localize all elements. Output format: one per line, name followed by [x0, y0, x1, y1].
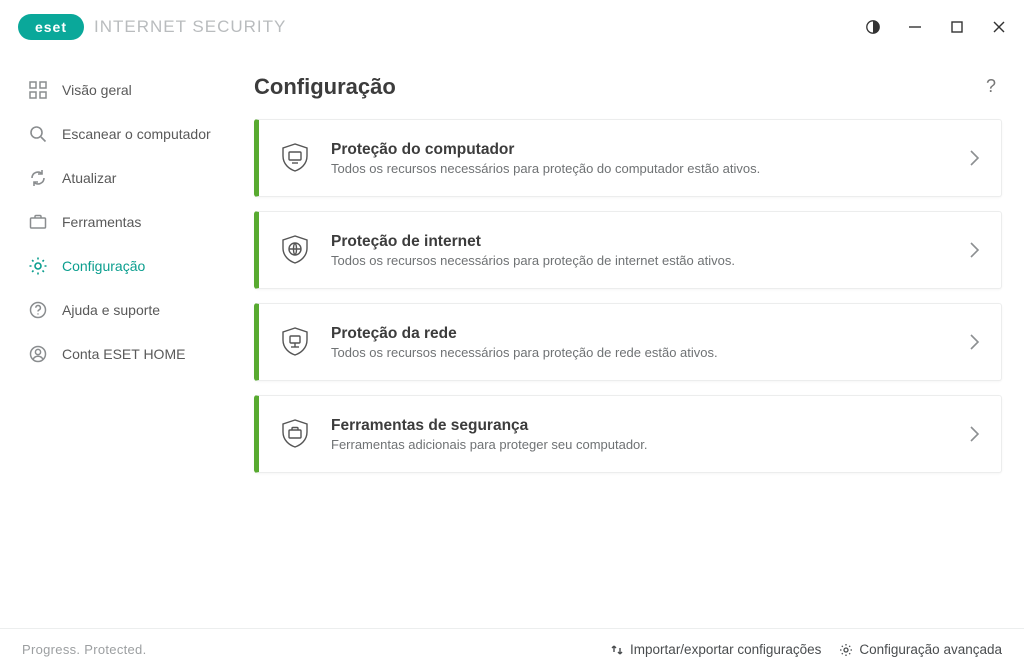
search-icon [28, 124, 48, 144]
import-export-label: Importar/exportar configurações [630, 642, 821, 657]
brand: eset INTERNET SECURITY [18, 14, 286, 40]
card-title: Proteção da rede [331, 325, 967, 343]
user-circle-icon [28, 344, 48, 364]
sidebar-item-help[interactable]: Ajuda e suporte [0, 288, 244, 332]
page-header: Configuração ? [254, 72, 1002, 119]
sidebar: Visão geral Escanear o computador Atuali… [0, 54, 244, 628]
svg-text:eset: eset [35, 19, 67, 35]
card-subtitle: Ferramentas adicionais para proteger seu… [331, 437, 967, 452]
maximize-icon[interactable] [948, 18, 966, 36]
card-title: Ferramentas de segurança [331, 417, 967, 435]
footer-tagline: Progress. Protected. [22, 642, 147, 657]
import-export-icon [610, 643, 624, 657]
card-subtitle: Todos os recursos necessários para prote… [331, 253, 967, 268]
chevron-right-icon [967, 424, 981, 444]
chevron-right-icon [967, 332, 981, 352]
chevron-right-icon [967, 148, 981, 168]
main-content: Configuração ? Proteção do computador To… [244, 54, 1024, 628]
gear-small-icon [839, 643, 853, 657]
shield-network-icon [273, 320, 317, 364]
refresh-icon [28, 168, 48, 188]
sidebar-item-overview[interactable]: Visão geral [0, 68, 244, 112]
sidebar-item-tools[interactable]: Ferramentas [0, 200, 244, 244]
gear-icon [28, 256, 48, 276]
minimize-icon[interactable] [906, 18, 924, 36]
shield-monitor-icon [273, 136, 317, 180]
briefcase-icon [28, 212, 48, 232]
sidebar-item-account[interactable]: Conta ESET HOME [0, 332, 244, 376]
sidebar-item-label: Ferramentas [62, 214, 230, 230]
footer: Progress. Protected. Importar/exportar c… [0, 628, 1024, 670]
titlebar: eset INTERNET SECURITY [0, 0, 1024, 54]
dashboard-icon [28, 80, 48, 100]
sidebar-item-label: Atualizar [62, 170, 230, 186]
sidebar-item-configuration[interactable]: Configuração [0, 244, 244, 288]
sidebar-item-label: Visão geral [62, 82, 230, 98]
advanced-config-label: Configuração avançada [859, 642, 1002, 657]
sidebar-item-label: Escanear o computador [62, 126, 230, 142]
card-title: Proteção do computador [331, 141, 967, 159]
product-name: INTERNET SECURITY [94, 17, 286, 37]
shield-tools-icon [273, 412, 317, 456]
cards-list: Proteção do computador Todos os recursos… [254, 119, 1002, 473]
import-export-button[interactable]: Importar/exportar configurações [610, 642, 821, 657]
card-security-tools[interactable]: Ferramentas de segurança Ferramentas adi… [254, 395, 1002, 473]
card-title: Proteção de internet [331, 233, 967, 251]
sidebar-item-scan[interactable]: Escanear o computador [0, 112, 244, 156]
help-button[interactable]: ? [980, 72, 1002, 101]
sidebar-item-label: Ajuda e suporte [62, 302, 230, 318]
close-icon[interactable] [990, 18, 1008, 36]
brand-logo: eset [18, 14, 84, 40]
card-network-protection[interactable]: Proteção da rede Todos os recursos neces… [254, 303, 1002, 381]
card-computer-protection[interactable]: Proteção do computador Todos os recursos… [254, 119, 1002, 197]
window-controls [864, 18, 1008, 36]
shield-globe-icon [273, 228, 317, 272]
advanced-config-button[interactable]: Configuração avançada [839, 642, 1002, 657]
help-circle-icon [28, 300, 48, 320]
card-subtitle: Todos os recursos necessários para prote… [331, 345, 967, 360]
page-title: Configuração [254, 74, 396, 100]
sidebar-item-label: Conta ESET HOME [62, 346, 230, 362]
card-internet-protection[interactable]: Proteção de internet Todos os recursos n… [254, 211, 1002, 289]
card-subtitle: Todos os recursos necessários para prote… [331, 161, 967, 176]
chevron-right-icon [967, 240, 981, 260]
contrast-icon[interactable] [864, 18, 882, 36]
sidebar-item-label: Configuração [62, 258, 230, 274]
sidebar-item-update[interactable]: Atualizar [0, 156, 244, 200]
